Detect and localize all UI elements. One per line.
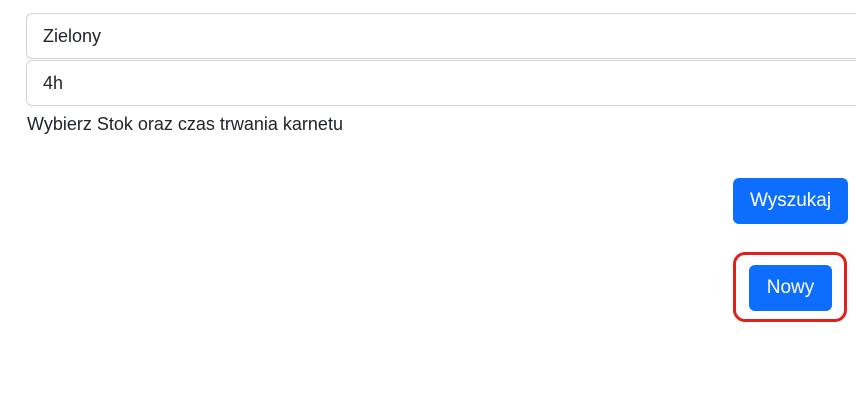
new-button[interactable]: Nowy (749, 265, 832, 311)
form-help-text: Wybierz Stok oraz czas trwania karnetu (27, 114, 343, 134)
slope-select[interactable]: Zielony (26, 13, 856, 59)
search-button[interactable]: Wyszukaj (733, 178, 848, 224)
duration-select[interactable]: 4h (26, 60, 856, 106)
